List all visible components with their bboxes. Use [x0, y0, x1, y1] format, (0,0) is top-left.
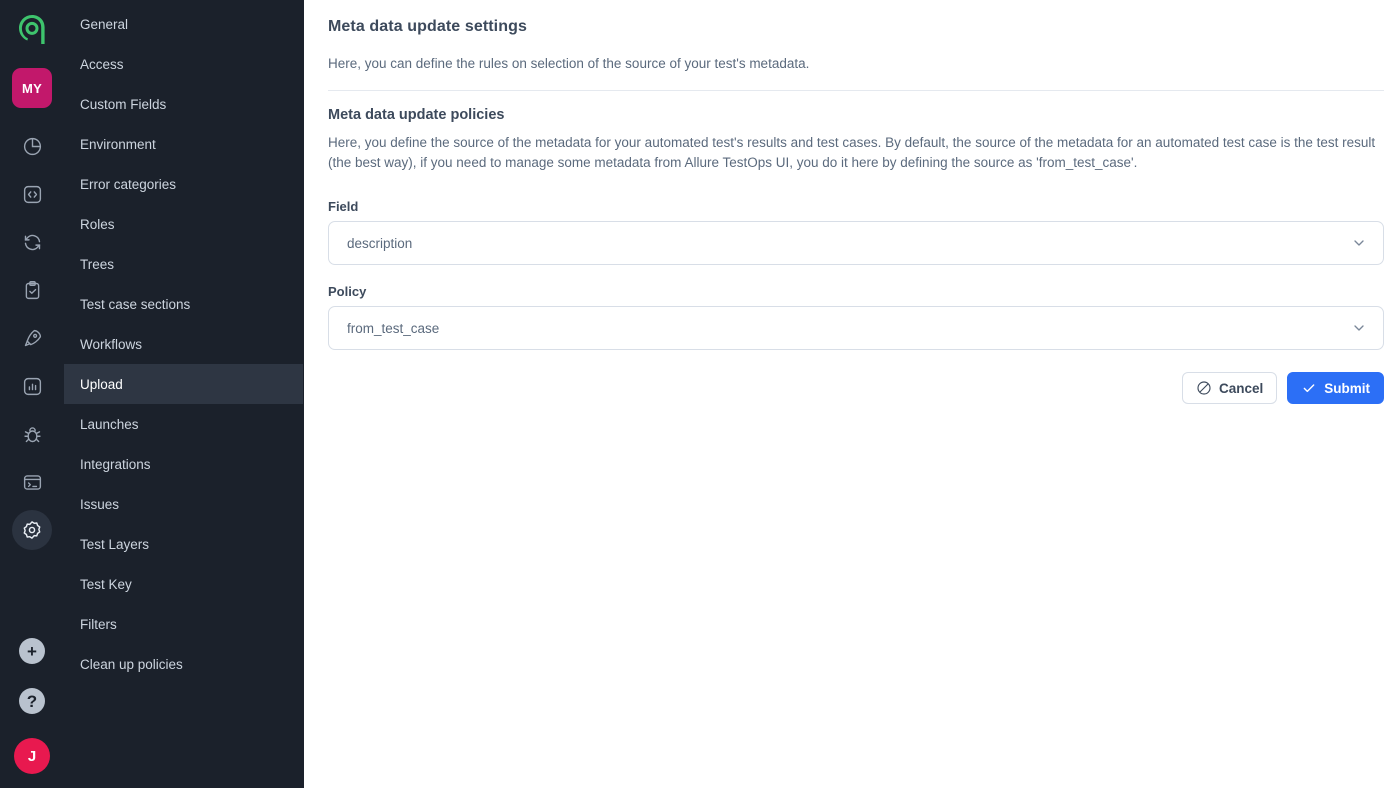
sidebar-item-custom-fields[interactable]: Custom Fields — [64, 84, 303, 124]
sidebar-item-clean-up-policies[interactable]: Clean up policies — [64, 644, 303, 684]
sidebar-item-launches[interactable]: Launches — [64, 404, 303, 444]
sidebar-item-label: Trees — [80, 256, 115, 272]
page-title: Meta data update settings — [328, 18, 527, 35]
help-button[interactable]: ? — [19, 688, 45, 714]
chevron-down-icon — [1351, 320, 1367, 336]
sidebar-item-label: Environment — [80, 136, 156, 152]
field-group-policy: Policy from_test_case — [328, 284, 1384, 350]
form-actions: Cancel Submit — [328, 372, 1384, 404]
sidebar-item-integrations[interactable]: Integrations — [64, 444, 303, 484]
cancel-button-label: Cancel — [1218, 380, 1264, 396]
field-label: Field — [328, 199, 359, 214]
header-divider — [328, 90, 1384, 91]
sidebar-item-error-categories[interactable]: Error categories — [64, 164, 303, 204]
sidebar-item-label: General — [80, 16, 129, 32]
sidebar-item-upload[interactable]: Upload — [64, 364, 303, 404]
sidebar-item-roles[interactable]: Roles — [64, 204, 303, 244]
rail-icon-list — [12, 126, 52, 558]
submit-button-label: Submit — [1324, 380, 1370, 396]
sidebar-item-label: Error categories — [80, 176, 177, 192]
sidebar-item-environment[interactable]: Environment — [64, 124, 303, 164]
code-icon[interactable] — [12, 174, 52, 214]
check-icon — [1301, 380, 1317, 396]
app-root: MY + ? J General Access Custom Fields En… — [0, 0, 1400, 788]
sidebar-item-label: Filters — [80, 616, 117, 632]
sidebar-item-workflows[interactable]: Workflows — [64, 324, 303, 364]
field-select[interactable]: description — [328, 221, 1384, 265]
bug-icon[interactable] — [12, 414, 52, 454]
sidebar-item-trees[interactable]: Trees — [64, 244, 303, 284]
policy-select[interactable]: from_test_case — [328, 306, 1384, 350]
section-description: Here, you define the source of the metad… — [328, 135, 1376, 170]
add-button[interactable]: + — [19, 638, 45, 664]
sidebar-item-issues[interactable]: Issues — [64, 484, 303, 524]
submit-button[interactable]: Submit — [1287, 372, 1384, 404]
sidebar-item-filters[interactable]: Filters — [64, 604, 303, 644]
section-title: Meta data update policies — [328, 107, 505, 123]
chevron-down-icon — [1351, 235, 1367, 251]
sync-icon[interactable] — [12, 222, 52, 262]
sidebar-item-label: Roles — [80, 216, 115, 232]
sidebar-item-access[interactable]: Access — [64, 44, 303, 84]
sidebar-item-test-case-sections[interactable]: Test case sections — [64, 284, 303, 324]
sidebar-item-test-layers[interactable]: Test Layers — [64, 524, 303, 564]
policy-label: Policy — [328, 284, 367, 299]
field-select-value: description — [347, 235, 413, 251]
sidebar-item-test-key[interactable]: Test Key — [64, 564, 303, 604]
allure-logo[interactable] — [12, 10, 52, 50]
sidebar-item-label: Test case sections — [80, 296, 191, 312]
page-subtitle: Here, you can define the rules on select… — [328, 56, 810, 71]
bar-chart-icon[interactable] — [12, 366, 52, 406]
gear-icon[interactable] — [12, 510, 52, 550]
project-badge[interactable]: MY — [12, 68, 52, 108]
sidebar-item-label: Issues — [80, 496, 120, 512]
main-content: Meta data update settings Here, you can … — [304, 0, 1400, 788]
icon-rail: MY + ? J — [0, 0, 64, 788]
sidebar-item-general[interactable]: General — [64, 4, 303, 44]
avatar[interactable]: J — [14, 738, 50, 774]
metadata-policy-form: Field description Policy from_test_case — [328, 199, 1384, 404]
dashboards-icon[interactable] — [12, 126, 52, 166]
cancel-button[interactable]: Cancel — [1181, 372, 1278, 404]
sidebar-item-label: Clean up policies — [80, 656, 183, 672]
sidebar-item-label: Workflows — [80, 336, 143, 352]
policy-select-value: from_test_case — [347, 320, 440, 336]
terminal-icon[interactable] — [12, 462, 52, 502]
rail-bottom-group: + ? J — [0, 638, 64, 788]
sidebar-item-label: Test Key — [80, 576, 132, 592]
sidebar-item-label: Test Layers — [80, 536, 150, 552]
no-entry-icon — [1196, 380, 1212, 396]
sidebar-item-label: Integrations — [80, 456, 151, 472]
clipboard-check-icon[interactable] — [12, 270, 52, 310]
field-group-field: Field description — [328, 199, 1384, 265]
sidebar-item-label: Launches — [80, 416, 139, 432]
sidebar-item-label: Access — [80, 56, 124, 72]
settings-sidebar: General Access Custom Fields Environment… — [64, 0, 304, 788]
rocket-icon[interactable] — [12, 318, 52, 358]
sidebar-item-label: Custom Fields — [80, 96, 167, 112]
sidebar-item-label: Upload — [80, 376, 123, 392]
